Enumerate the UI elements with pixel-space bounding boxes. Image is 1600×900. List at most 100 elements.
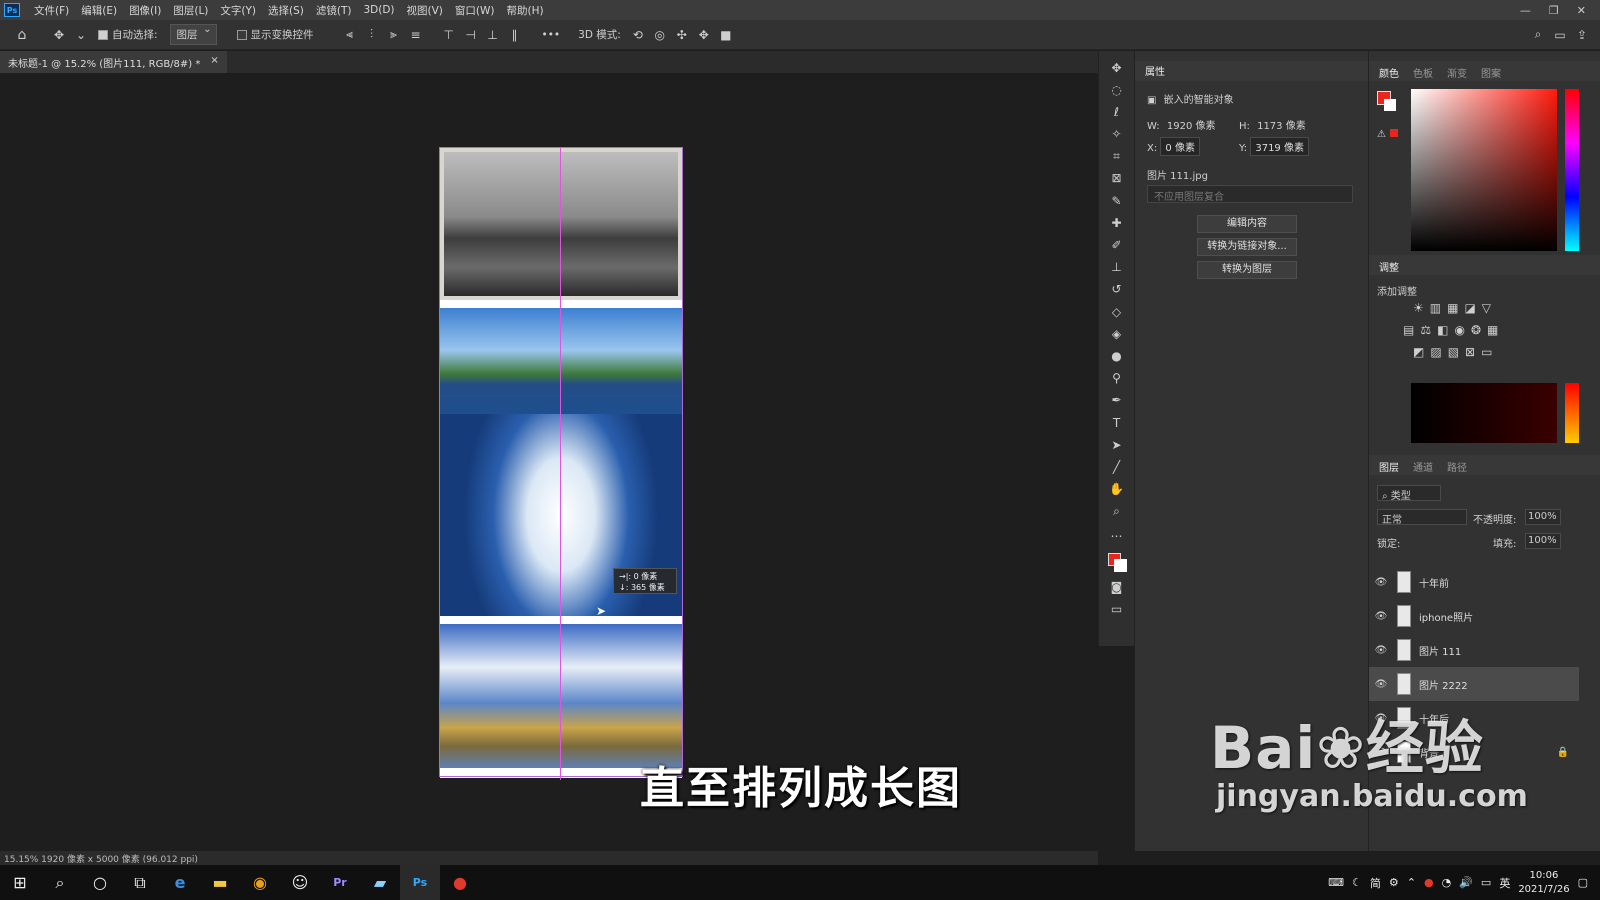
- premiere-icon[interactable]: Pr: [320, 865, 360, 900]
- align-vcenter-icon[interactable]: ⊣: [463, 28, 479, 42]
- properties-tab[interactable]: 属性: [1145, 63, 1165, 78]
- 3d-roll-icon[interactable]: ◎: [652, 28, 668, 42]
- menu-image[interactable]: 图像(I): [123, 3, 167, 18]
- w-field[interactable]: 1920 像素: [1167, 121, 1216, 132]
- keyboard-icon[interactable]: ⌨: [1328, 876, 1344, 889]
- layer-row[interactable]: 👁 十年前: [1369, 565, 1579, 599]
- magic-wand-tool-icon[interactable]: ✧: [1106, 126, 1128, 143]
- windows-start-icon[interactable]: ⊞: [0, 865, 40, 900]
- color-panel-swatches[interactable]: [1377, 91, 1401, 115]
- move-tool-icon[interactable]: ✥: [51, 28, 67, 42]
- tab-paths[interactable]: 路径: [1447, 459, 1467, 474]
- healing-tool-icon[interactable]: ✚: [1106, 214, 1128, 231]
- hue-slider[interactable]: [1565, 89, 1579, 251]
- opacity-field[interactable]: 100%: [1525, 509, 1561, 525]
- close-tab-button[interactable]: ×: [210, 55, 218, 69]
- crop-tool-icon[interactable]: ⌗: [1106, 148, 1128, 165]
- layer-filter-dropdown[interactable]: ⌕ 类型: [1377, 485, 1441, 502]
- dodge-tool-icon[interactable]: ⚲: [1106, 370, 1128, 387]
- tab-gradients[interactable]: 渐变: [1447, 65, 1467, 80]
- more-options-button[interactable]: •••: [542, 29, 561, 41]
- menu-layer[interactable]: 图层(L): [167, 3, 214, 18]
- selective-color-icon[interactable]: ⊠: [1465, 345, 1475, 359]
- gradient-map-icon[interactable]: ▭: [1481, 345, 1492, 359]
- share-icon[interactable]: ⇪: [1574, 28, 1590, 42]
- pen-tool-icon[interactable]: ✒: [1106, 392, 1128, 409]
- h-field[interactable]: 1173 像素: [1257, 121, 1306, 132]
- volume-icon[interactable]: 🔊: [1459, 876, 1473, 889]
- eraser-tool-icon[interactable]: ◇: [1106, 303, 1128, 320]
- layer-row[interactable]: 👁 iphone照片: [1369, 599, 1579, 633]
- chrome-icon[interactable]: ◉: [240, 865, 280, 900]
- convert-to-layers-button[interactable]: 转换为图层: [1197, 261, 1297, 279]
- x-field[interactable]: 0 像素: [1160, 137, 1200, 156]
- curves-icon[interactable]: ▦: [1447, 301, 1458, 315]
- edit-contents-button[interactable]: 编辑内容: [1197, 215, 1297, 233]
- channel-mixer-icon[interactable]: ❂: [1471, 323, 1481, 337]
- menu-help[interactable]: 帮助(H): [501, 3, 550, 18]
- auto-select-dropdown[interactable]: 图层: [169, 24, 217, 45]
- 3d-pan-icon[interactable]: ✣: [674, 28, 690, 42]
- lasso-tool-icon[interactable]: ℓ: [1106, 103, 1128, 120]
- zoom-tool-icon[interactable]: ⌕: [1106, 503, 1128, 520]
- minimize-button[interactable]: —: [1520, 4, 1531, 17]
- 3d-slide-icon[interactable]: ✥: [696, 28, 712, 42]
- document-tab[interactable]: 未标题-1 @ 15.2% (图片111, RGB/8#) * ×: [0, 51, 227, 73]
- recorder-icon[interactable]: ●: [440, 865, 480, 900]
- exposure-icon[interactable]: ◪: [1464, 301, 1475, 315]
- hue-saturation-icon[interactable]: ▤: [1403, 323, 1414, 337]
- fill-field[interactable]: 100%: [1525, 533, 1561, 549]
- close-window-button[interactable]: ✕: [1577, 4, 1586, 17]
- home-icon[interactable]: ⌂: [14, 27, 30, 43]
- align-hcenter-icon[interactable]: ⫶: [364, 27, 380, 42]
- file-explorer-icon[interactable]: ▬: [200, 865, 240, 900]
- more-tools-icon[interactable]: …: [1106, 525, 1128, 542]
- record-tray-icon[interactable]: ●: [1424, 876, 1434, 889]
- moon-icon[interactable]: ☾: [1352, 876, 1362, 889]
- network-icon[interactable]: ◔: [1442, 876, 1452, 889]
- layer-row-selected[interactable]: 👁 图片 2222: [1369, 667, 1579, 701]
- chevron-down-icon[interactable]: ⌄: [73, 28, 89, 42]
- type-tool-icon[interactable]: T: [1106, 414, 1128, 431]
- menu-view[interactable]: 视图(V): [401, 3, 449, 18]
- invert-icon[interactable]: ◩: [1413, 345, 1424, 359]
- y-field[interactable]: 3719 像素: [1250, 137, 1309, 156]
- tab-patterns[interactable]: 图案: [1481, 65, 1501, 80]
- eye-icon[interactable]: 👁: [1369, 611, 1393, 622]
- tab-channels[interactable]: 通道: [1413, 459, 1433, 474]
- align-left-icon[interactable]: ⫷: [342, 27, 358, 42]
- move-tool-icon[interactable]: ✥: [1106, 59, 1128, 76]
- search-icon[interactable]: ⌕: [1530, 27, 1546, 42]
- line-tool-icon[interactable]: ╱: [1106, 458, 1128, 475]
- settings-icon[interactable]: ⚙: [1389, 876, 1399, 889]
- tab-layers[interactable]: 图层: [1379, 459, 1399, 474]
- language-label[interactable]: 英: [1499, 875, 1510, 891]
- menu-edit[interactable]: 编辑(E): [75, 3, 123, 18]
- convert-to-linked-button[interactable]: 转换为链接对象...: [1197, 238, 1297, 256]
- path-select-tool-icon[interactable]: ➤: [1106, 436, 1128, 453]
- eye-icon[interactable]: 👁: [1369, 645, 1393, 656]
- notes-icon[interactable]: ▰: [360, 865, 400, 900]
- 3d-camera-icon[interactable]: ■: [718, 28, 734, 42]
- photo-filter-icon[interactable]: ◉: [1454, 323, 1464, 337]
- cortana-icon[interactable]: ○: [80, 865, 120, 900]
- distribute-v-icon[interactable]: ∥: [507, 28, 523, 42]
- align-top-icon[interactable]: ⊤: [441, 28, 457, 42]
- color-swatches[interactable]: [1106, 551, 1128, 573]
- posterize-icon[interactable]: ▨: [1430, 345, 1441, 359]
- layer-row[interactable]: 👁 图片 111: [1369, 633, 1579, 667]
- show-transform-checkbox[interactable]: [236, 29, 247, 40]
- menu-3d[interactable]: 3D(D): [357, 4, 400, 16]
- tab-color[interactable]: 颜色: [1379, 65, 1399, 80]
- display-icon[interactable]: ▭: [1481, 876, 1491, 889]
- frame-tool-icon[interactable]: ⊠: [1106, 170, 1128, 187]
- align-right-icon[interactable]: ⫸: [386, 27, 402, 42]
- edge-browser-icon[interactable]: e: [160, 865, 200, 900]
- levels-icon[interactable]: ▥: [1430, 301, 1441, 315]
- align-bottom-icon[interactable]: ⊥: [485, 28, 501, 42]
- notification-icon[interactable]: ▢: [1578, 876, 1588, 889]
- workspace-icon[interactable]: ▭: [1552, 28, 1568, 42]
- menu-filter[interactable]: 滤镜(T): [310, 3, 358, 18]
- app-icon[interactable]: ☺: [280, 865, 320, 900]
- auto-select-checkbox[interactable]: [98, 29, 108, 40]
